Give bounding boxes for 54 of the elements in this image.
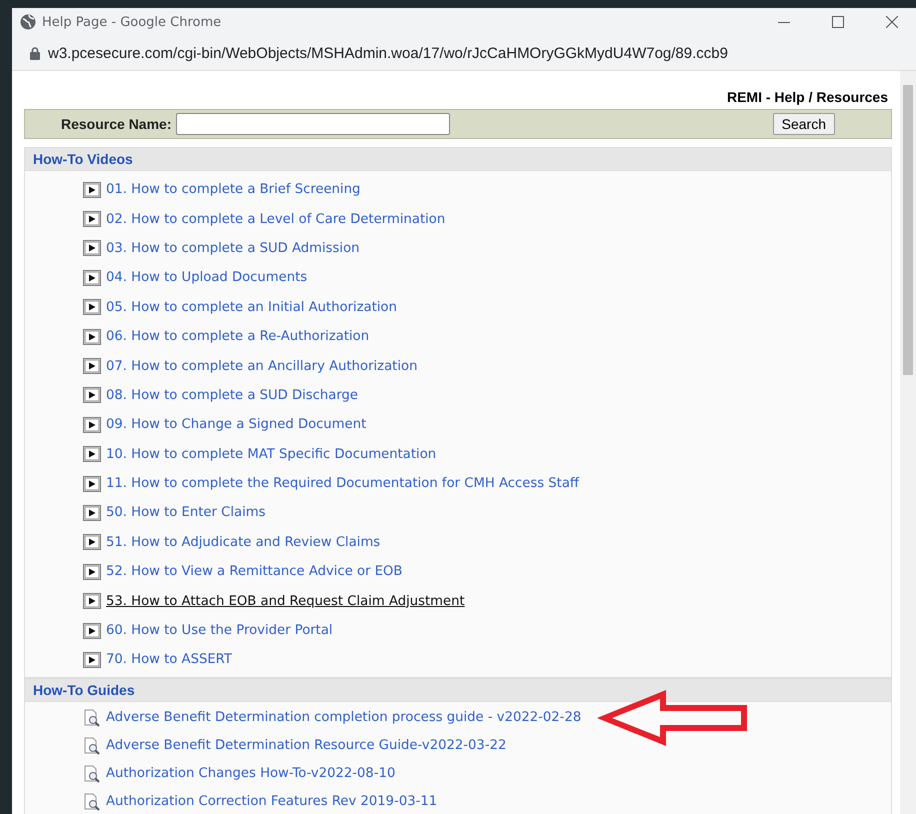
video-play-icon: [83, 446, 101, 462]
resource-link[interactable]: 11. How to complete the Required Documentation for CMH Access Staff: [106, 476, 579, 492]
resource-link[interactable]: 08. How to complete a SUD Discharge: [106, 388, 358, 403]
resource-link[interactable]: 02. How to complete a Level of Care Determination: [106, 212, 446, 227]
globe-icon: [20, 14, 36, 30]
video-play-icon: [83, 328, 101, 345]
document-magnifier-icon: [83, 792, 101, 811]
search-button[interactable]: Search: [772, 113, 835, 135]
resource-link[interactable]: 51. How to Adjudicate and Review Claims: [106, 534, 380, 550]
page-heading: REMI - Help / Resources: [726, 89, 889, 105]
resource-link[interactable]: 52. How to View a Remittance Advice or EOB: [106, 564, 402, 580]
document-magnifier-icon: [83, 708, 101, 727]
resource-link[interactable]: 06. How to complete a Re-Authorization: [106, 329, 370, 344]
video-play-icon: [83, 564, 101, 580]
document-magnifier-icon: [83, 764, 101, 783]
video-play-icon: [83, 270, 101, 286]
resource-link[interactable]: 10. How to complete MAT Specific Documentation: [106, 446, 436, 462]
maximize-icon: [832, 16, 844, 28]
resource-name-field[interactable]: [176, 113, 450, 135]
resource-link[interactable]: 70. How to ASSERT: [106, 652, 232, 668]
video-play-icon: [83, 622, 101, 639]
resource-link[interactable]: 03. How to complete a SUD Admission: [106, 240, 360, 256]
resource-link[interactable]: Adverse Benefit Determination completion process guide - v2022-02-28: [106, 710, 582, 726]
resource-link[interactable]: Adverse Benefit Determination Resource Guide-v2022-03-22: [106, 738, 506, 754]
video-play-icon: [83, 534, 101, 550]
resource-link[interactable]: 05. How to complete an Initial Authorization: [106, 300, 397, 315]
video-play-icon: [83, 504, 101, 521]
video-play-icon: [83, 416, 101, 433]
close-icon: [886, 16, 898, 28]
resource-link[interactable]: 01. How to complete a Brief Screening: [106, 182, 360, 198]
video-play-icon: [83, 182, 101, 198]
video-play-icon: [83, 387, 101, 404]
video-play-icon: [83, 593, 101, 610]
window-title: Help Page - Google Chrome: [42, 14, 222, 30]
section-header: How-To Videos: [25, 147, 891, 171]
resource-link[interactable]: 07. How to complete an Ancillary Authorization: [106, 358, 418, 374]
resource-link[interactable]: 04. How to Upload Documents: [106, 270, 308, 286]
resource-link[interactable]: 09. How to Change a Signed Document: [106, 417, 366, 432]
video-play-icon: [83, 358, 101, 374]
field-label: Resource Name:: [61, 116, 172, 132]
video-play-icon: [83, 652, 101, 668]
resource-link[interactable]: Authorization Correction Features Rev 2019-03-11: [106, 794, 438, 810]
document-magnifier-icon: [83, 736, 101, 755]
video-play-icon: [83, 476, 101, 492]
scrollbar[interactable]: [900, 71, 916, 814]
resource-link[interactable]: 60. How to Use the Provider Portal: [106, 623, 333, 638]
video-play-icon: [83, 211, 101, 228]
resource-link[interactable]: 50. How to Enter Claims: [106, 505, 266, 520]
video-play-icon: [83, 299, 101, 316]
video-play-icon: [83, 240, 101, 256]
resource-link[interactable]: 53. How to Attach EOB and Request Claim Adjustment: [106, 594, 465, 609]
resource-link[interactable]: Authorization Changes How-To-v2022-08-10: [106, 766, 396, 782]
section-header: How-To Guides: [25, 678, 891, 702]
lock-icon: [30, 46, 40, 60]
